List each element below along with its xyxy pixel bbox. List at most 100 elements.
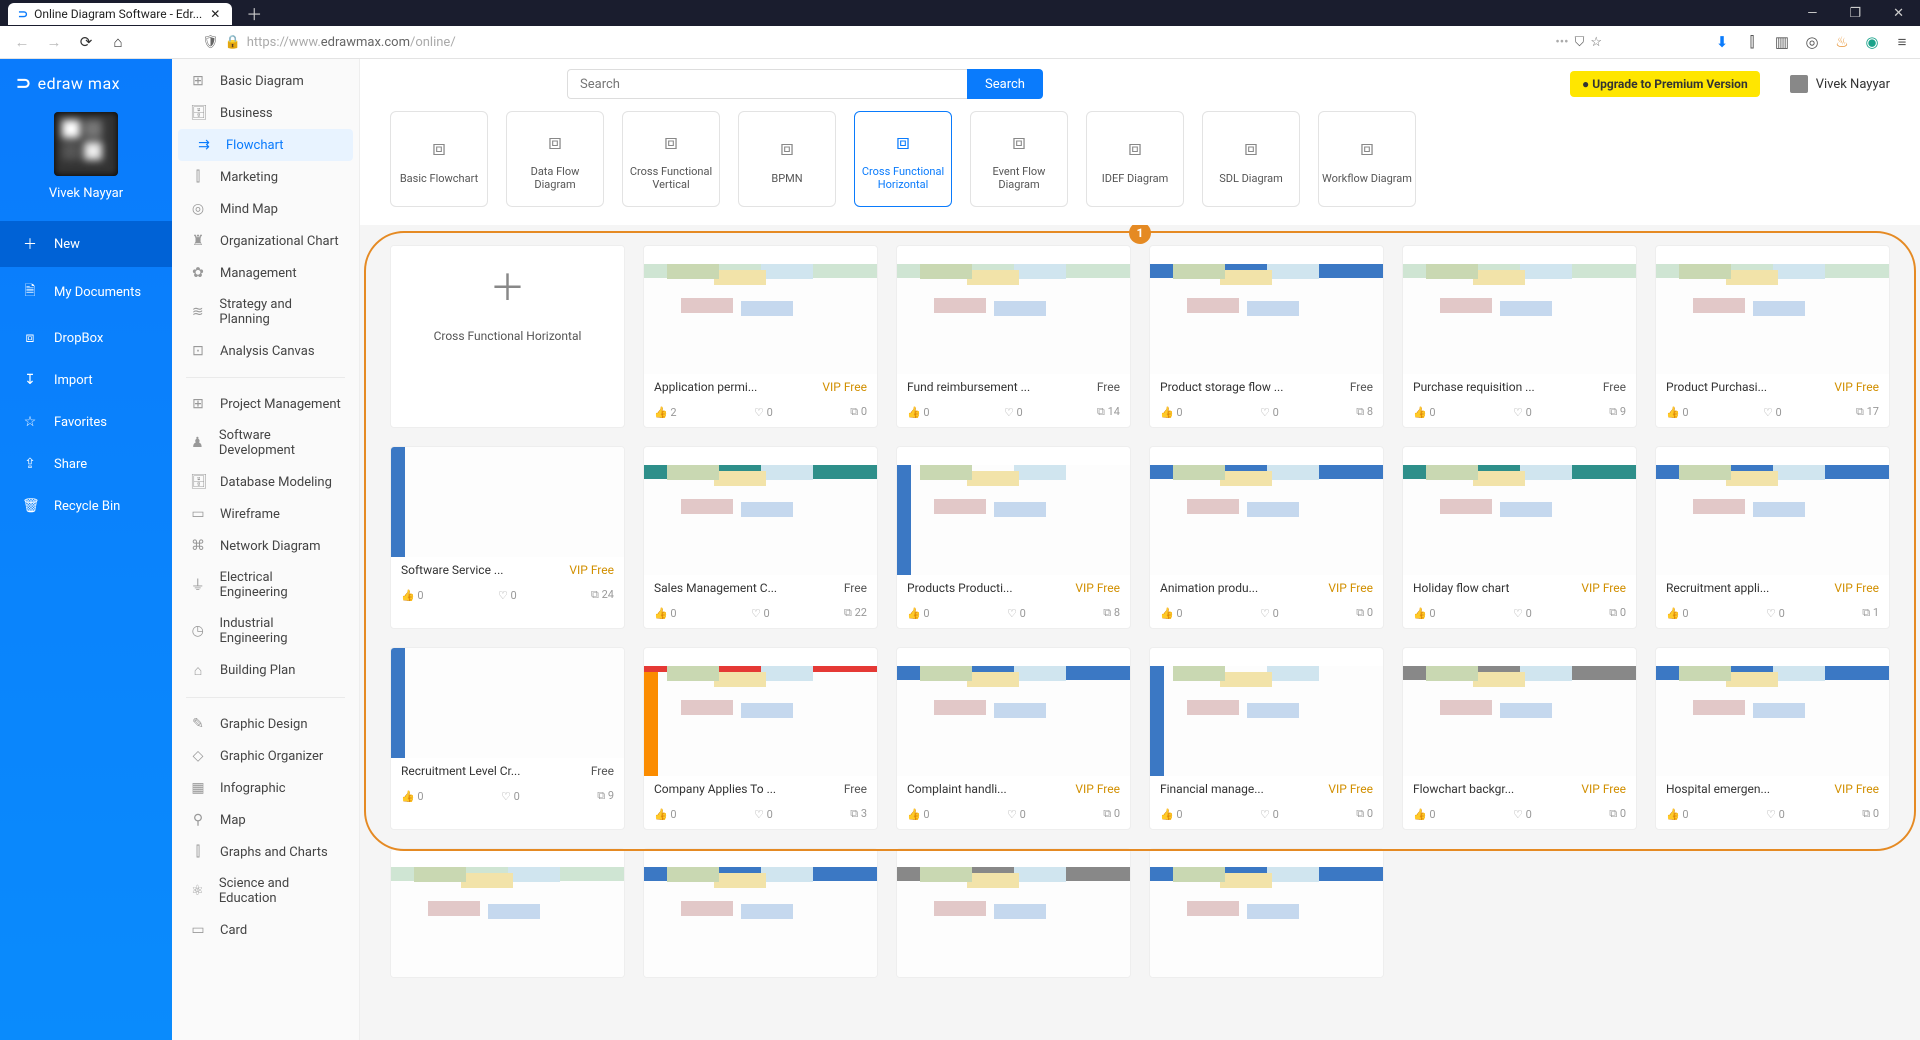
like-count[interactable]: 👍 0 [907,405,930,419]
copy-count[interactable]: ⧉ 9 [1609,405,1626,419]
category-network-diagram[interactable]: ⌘Network Diagram [172,530,359,562]
menu-icon[interactable]: ≡ [1892,33,1912,51]
copy-count[interactable]: ⧉ 24 [591,588,614,602]
copy-count[interactable]: ⧉ 3 [850,807,867,821]
copy-count[interactable]: ⧉ 8 [1103,606,1120,620]
window-minimize-icon[interactable]: ― [1791,0,1833,27]
template-card[interactable] [643,848,878,978]
browser-tab[interactable]: ⊃ Online Diagram Software - Edr... ✕ [8,3,232,25]
like-count[interactable]: 👍 0 [1160,405,1183,419]
extension-flame-icon[interactable]: ♨ [1832,33,1852,51]
category-marketing[interactable]: ⫿Marketing [172,161,359,193]
heart-count[interactable]: ♡ 0 [1763,405,1782,419]
copy-count[interactable]: ⧉ 0 [1103,807,1120,821]
user-profile[interactable]: Vivek Nayyar [0,112,172,221]
copy-count[interactable]: ⧉ 0 [850,405,867,419]
type-tile-idef-diagram[interactable]: ⧈IDEF Diagram [1086,111,1184,207]
heart-count[interactable]: ♡ 0 [751,606,770,620]
copy-count[interactable]: ⧉ 14 [1097,405,1120,419]
template-card[interactable]: Product Purchasi... VIP Free 👍 0 ♡ 0 ⧉ 1… [1655,245,1890,428]
sidebar-item-recycle-bin[interactable]: 🗑Recycle Bin [0,485,172,527]
category-strategy-and-planning[interactable]: ≋Strategy and Planning [172,289,359,335]
copy-count[interactable]: ⧉ 0 [1356,606,1373,620]
template-gallery[interactable]: 1 ＋ Cross Functional Horizontal Applicat… [360,225,1920,1040]
template-card[interactable] [390,848,625,978]
category-building-plan[interactable]: ⌂Building Plan [172,654,359,687]
template-card[interactable]: Recruitment appli... VIP Free 👍 0 ♡ 0 ⧉ … [1655,446,1890,629]
like-count[interactable]: 👍 0 [1160,807,1183,821]
like-count[interactable]: 👍 0 [1666,807,1689,821]
like-count[interactable]: 👍 0 [1160,606,1183,620]
type-tile-cross-functional-vertical[interactable]: ⧈Cross Functional Vertical [622,111,720,207]
template-card[interactable]: Financial manage... VIP Free 👍 0 ♡ 0 ⧉ 0 [1149,647,1384,830]
heart-count[interactable]: ♡ 0 [1766,807,1785,821]
category-organizational-chart[interactable]: ♜Organizational Chart [172,225,359,257]
sidebar-item-favorites[interactable]: ☆Favorites [0,401,172,443]
template-card[interactable]: Sales Management C... Free 👍 0 ♡ 0 ⧉ 22 [643,446,878,629]
heart-count[interactable]: ♡ 0 [1260,807,1279,821]
copy-count[interactable]: ⧉ 8 [1356,405,1373,419]
heart-count[interactable]: ♡ 0 [1260,606,1279,620]
type-tile-workflow-diagram[interactable]: ⧈Workflow Diagram [1318,111,1416,207]
heart-count[interactable]: ♡ 0 [1513,405,1532,419]
like-count[interactable]: 👍 0 [1413,807,1436,821]
close-tab-icon[interactable]: ✕ [208,7,222,21]
heart-count[interactable]: ♡ 0 [1513,807,1532,821]
header-user[interactable]: Vivek Nayyar [1790,75,1890,93]
category-graphic-design[interactable]: ✎Graphic Design [172,708,359,740]
back-button[interactable]: ← [8,28,36,56]
pocket-icon[interactable]: ⛉ [1575,35,1585,50]
category-infographic[interactable]: ▦Infographic [172,772,359,804]
template-card[interactable]: Products Producti... VIP Free 👍 0 ♡ 0 ⧉ … [896,446,1131,629]
sidebar-item-my-documents[interactable]: 🗎My Documents [0,267,172,317]
template-card[interactable]: Application permi... VIP Free 👍 2 ♡ 0 ⧉ … [643,245,878,428]
heart-count[interactable]: ♡ 0 [1766,606,1785,620]
copy-count[interactable]: ⧉ 0 [1862,807,1879,821]
category-wireframe[interactable]: ▭Wireframe [172,498,359,530]
copy-count[interactable]: ⧉ 22 [844,606,867,620]
like-count[interactable]: 👍 0 [1413,405,1436,419]
heart-count[interactable]: ♡ 0 [754,807,773,821]
sidebar-item-dropbox[interactable]: ⧈DropBox [0,317,172,359]
copy-count[interactable]: ⧉ 9 [597,789,614,803]
like-count[interactable]: 👍 0 [1666,606,1689,620]
category-map[interactable]: ⚲Map [172,804,359,836]
like-count[interactable]: 👍 0 [654,807,677,821]
copy-count[interactable]: ⧉ 17 [1856,405,1879,419]
category-science-and-education[interactable]: ⚛Science and Education [172,868,359,914]
type-tile-sdl-diagram[interactable]: ⧈SDL Diagram [1202,111,1300,207]
heart-count[interactable]: ♡ 0 [498,588,517,602]
heart-count[interactable]: ♡ 0 [1007,606,1026,620]
window-close-icon[interactable]: ✕ [1877,0,1920,27]
like-count[interactable]: 👍 0 [1666,405,1689,419]
sidebar-item-import[interactable]: ↧Import [0,359,172,401]
copy-count[interactable]: ⧉ 1 [1862,606,1879,620]
template-card[interactable]: Fund reimbursement ... Free 👍 0 ♡ 0 ⧉ 14 [896,245,1131,428]
heart-count[interactable]: ♡ 0 [754,405,773,419]
like-count[interactable]: 👍 0 [654,606,677,620]
heart-count[interactable]: ♡ 0 [1004,405,1023,419]
copy-count[interactable]: ⧉ 0 [1356,807,1373,821]
category-mind-map[interactable]: ◎Mind Map [172,193,359,225]
heart-count[interactable]: ♡ 0 [1513,606,1532,620]
template-card[interactable]: Purchase requisition ... Free 👍 0 ♡ 0 ⧉ … [1402,245,1637,428]
template-card[interactable]: Holiday flow chart VIP Free 👍 0 ♡ 0 ⧉ 0 [1402,446,1637,629]
category-software-development[interactable]: ♟Software Development [172,420,359,466]
category-flowchart[interactable]: ⇉Flowchart [178,129,353,161]
extension-circle-icon[interactable]: ◉ [1862,33,1882,51]
category-database-modeling[interactable]: 🗄Database Modeling [172,466,359,498]
template-card[interactable] [1149,848,1384,978]
search-input[interactable] [567,69,967,99]
template-card[interactable]: Hospital emergen... VIP Free 👍 0 ♡ 0 ⧉ 0 [1655,647,1890,830]
template-card[interactable]: Animation produ... VIP Free 👍 0 ♡ 0 ⧉ 0 [1149,446,1384,629]
type-tile-basic-flowchart[interactable]: ⧈Basic Flowchart [390,111,488,207]
category-project-management[interactable]: ⊞Project Management [172,388,359,420]
category-panel[interactable]: ⊞Basic Diagram🗄Business⇉Flowchart⫿Market… [172,59,360,1040]
download-icon[interactable]: ⬇ [1712,33,1732,51]
category-basic-diagram[interactable]: ⊞Basic Diagram [172,65,359,97]
like-count[interactable]: 👍 0 [401,789,424,803]
template-card[interactable]: Flowchart backgr... VIP Free 👍 0 ♡ 0 ⧉ 0 [1402,647,1637,830]
new-template-tile[interactable]: ＋ Cross Functional Horizontal [390,245,625,428]
type-tile-bpmn[interactable]: ⧈BPMN [738,111,836,207]
bookmark-star-icon[interactable]: ☆ [1590,35,1602,50]
